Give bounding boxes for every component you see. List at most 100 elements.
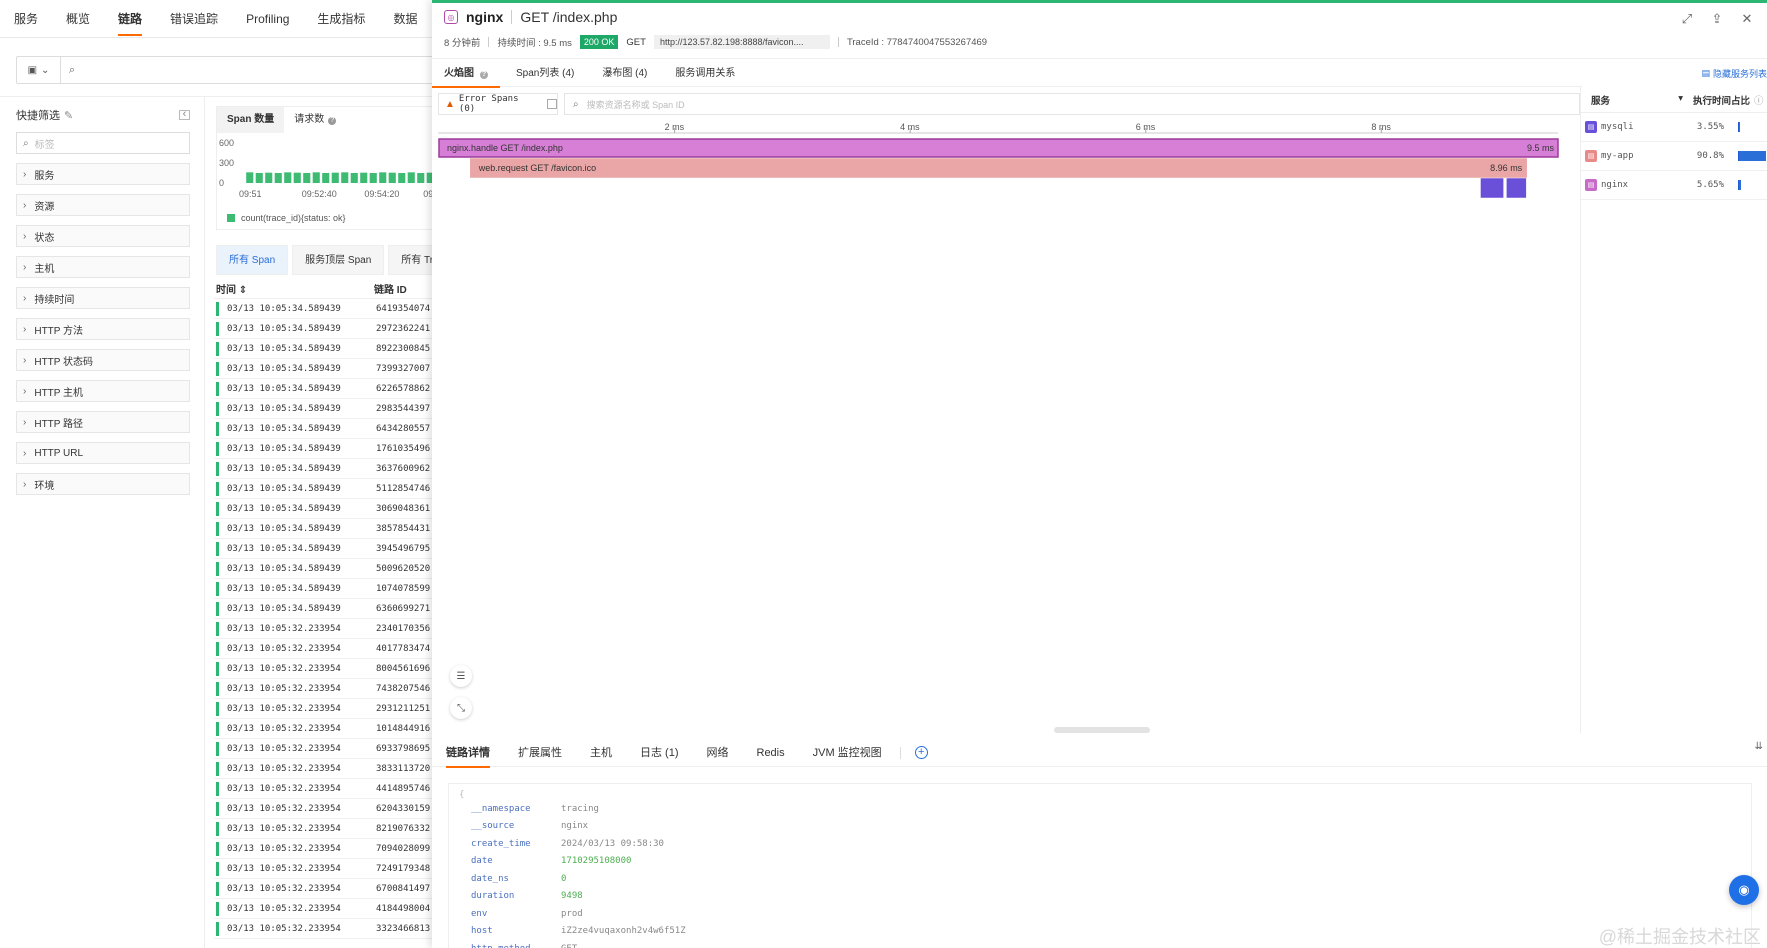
table-row[interactable]: 03/13 10:05:32.233954 6933798695 — [214, 739, 440, 759]
chart-bar[interactable] — [293, 172, 301, 183]
table-row[interactable]: 03/13 10:05:34.589439 2983544397 — [214, 399, 440, 419]
nav-traces[interactable]: 链路 — [104, 0, 156, 38]
facet-item[interactable]: › HTTP 路径 — [16, 411, 190, 433]
chart-bar[interactable] — [398, 173, 406, 183]
chart-bar[interactable] — [360, 172, 368, 183]
table-row[interactable]: 03/13 10:05:32.233954 4414895746 — [214, 779, 440, 799]
chart-bar[interactable] — [274, 173, 282, 183]
nav-data[interactable]: 数据 — [379, 0, 431, 38]
chart-bar[interactable] — [246, 172, 254, 183]
chart-bar[interactable] — [312, 172, 320, 183]
table-row[interactable]: 03/13 10:05:34.589439 6419354074 — [214, 299, 440, 319]
chart-bar[interactable] — [303, 173, 311, 183]
table-row[interactable]: 03/13 10:05:34.589439 8922300845 — [214, 339, 440, 359]
chart-bar[interactable] — [341, 172, 349, 183]
service-row[interactable]: ▤ mysqli 3.55% — [1581, 113, 1767, 142]
table-row[interactable]: 03/13 10:05:34.589439 5009620520 — [214, 559, 440, 579]
tab-waterfall[interactable]: 瀑布图 (4) — [590, 61, 659, 87]
tab-trace-details[interactable]: 链路详情 — [432, 739, 504, 768]
chart-bar[interactable] — [284, 172, 292, 183]
service-row[interactable]: ▤ my-app 90.8% — [1581, 142, 1767, 171]
table-row[interactable]: 03/13 10:05:32.233954 6204330159 — [214, 799, 440, 819]
flame-span[interactable]: web.request GET /favicon.ico 8.96 ms — [470, 158, 1527, 178]
tab-extended-attributes[interactable]: 扩展属性 — [504, 739, 576, 767]
table-row[interactable]: 03/13 10:05:32.233954 2931211251 — [214, 699, 440, 719]
facet-item[interactable]: › 状态 — [16, 225, 190, 247]
table-row[interactable]: 03/13 10:05:32.233954 6700841497 — [214, 879, 440, 899]
flame-span[interactable] — [1480, 178, 1504, 198]
service-row[interactable]: ▤ nginx 5.65% — [1581, 171, 1767, 200]
assistant-fab[interactable]: ◉ — [1729, 875, 1759, 905]
chart-bar[interactable] — [407, 172, 415, 183]
table-row[interactable]: 03/13 10:05:34.589439 7399327007 — [214, 359, 440, 379]
tab-request-count[interactable]: 请求数? — [284, 107, 346, 133]
query-mode-select[interactable]: ▣ ⌄ — [17, 57, 61, 83]
table-row[interactable]: 03/13 10:05:32.233954 2340170356 — [214, 619, 440, 639]
edit-icon[interactable]: ✎ — [64, 110, 73, 122]
table-row[interactable]: 03/13 10:05:34.589439 3069048361 — [214, 499, 440, 519]
chart-bar[interactable] — [350, 173, 358, 183]
hide-service-list-button[interactable]: ▤ 隐藏服务列表 — [1701, 67, 1767, 80]
facet-item[interactable]: › 持续时间 — [16, 287, 190, 309]
facet-item[interactable]: › HTTP 主机 — [16, 380, 190, 402]
col-time[interactable]: 时间 ⇕ — [214, 281, 374, 296]
query-bar[interactable]: ▣ ⌄ ⌕ — [16, 56, 446, 84]
tab-span-list[interactable]: Span列表 (4) — [504, 61, 586, 87]
table-row[interactable]: 03/13 10:05:32.233954 8004561696 — [214, 659, 440, 679]
tag-search-input[interactable]: ⌕ 标签 — [16, 132, 190, 154]
table-row[interactable]: 03/13 10:05:32.233954 1014844916 — [214, 719, 440, 739]
tab-host[interactable]: 主机 — [576, 739, 626, 767]
caret-down-icon[interactable]: ▾ — [1678, 93, 1683, 107]
chart-bar[interactable] — [331, 172, 339, 183]
list-view-icon[interactable]: ☰ — [450, 665, 472, 687]
table-row[interactable]: 03/13 10:05:34.589439 3857854431 — [214, 519, 440, 539]
close-icon[interactable]: ✕ — [1739, 11, 1755, 27]
chart-bar[interactable] — [322, 173, 330, 183]
chart-bar[interactable] — [265, 172, 273, 183]
facet-item[interactable]: › 资源 — [16, 194, 190, 216]
flame-span-bar[interactable] — [438, 138, 1559, 158]
table-row[interactable]: 03/13 10:05:34.589439 2972362241 — [214, 319, 440, 339]
chart-bar[interactable] — [369, 173, 377, 183]
resize-handle[interactable] — [1054, 727, 1150, 733]
table-row[interactable]: 03/13 10:05:34.589439 6434280557 — [214, 419, 440, 439]
error-spans-toggle[interactable]: ▲ Error Spans (0) — [438, 93, 558, 115]
flame-span-bar[interactable] — [470, 158, 1527, 178]
chart-bar[interactable] — [255, 173, 263, 183]
table-row[interactable]: 03/13 10:05:34.589439 3945496795 — [214, 539, 440, 559]
share-icon[interactable]: ⇪ — [1709, 11, 1725, 27]
facet-item[interactable]: › HTTP 方法 — [16, 318, 190, 340]
tab-span-count[interactable]: Span 数量 — [217, 107, 285, 133]
chart-bar[interactable] — [388, 172, 396, 183]
nav-overview[interactable]: 概览 — [52, 0, 104, 38]
span-search-input[interactable]: ⌕ 搜索资源名称或 Span ID — [564, 93, 1580, 115]
table-row[interactable]: 03/13 10:05:34.589439 5112854746 — [214, 479, 440, 499]
table-row[interactable]: 03/13 10:05:32.233954 7249179348 — [214, 859, 440, 879]
tab-logs[interactable]: 日志 (1) — [626, 739, 693, 767]
collapse-arrows-icon[interactable]: ⤡ — [450, 697, 472, 719]
table-row[interactable]: 03/13 10:05:34.589439 3637600962 — [214, 459, 440, 479]
nav-services[interactable]: 服务 — [0, 0, 52, 38]
nav-error-tracking[interactable]: 错误追踪 — [156, 0, 232, 38]
tab-service-map[interactable]: 服务调用关系 — [663, 61, 747, 87]
nav-generate-metrics[interactable]: 生成指标 — [303, 0, 379, 38]
collapse-panel-icon[interactable]: ⇊ — [1755, 741, 1763, 752]
flame-span-bar[interactable] — [1480, 178, 1504, 198]
tab-network[interactable]: 网络 — [693, 739, 743, 767]
table-row[interactable]: 03/13 10:05:34.589439 1074078599 — [214, 579, 440, 599]
table-row[interactable]: 03/13 10:05:34.589439 1761035496 — [214, 439, 440, 459]
chart-bar[interactable] — [417, 173, 425, 183]
nav-profiling[interactable]: Profiling — [232, 0, 303, 38]
flame-span[interactable] — [1506, 178, 1527, 198]
table-row[interactable]: 03/13 10:05:32.233954 4017783474 — [214, 639, 440, 659]
table-row[interactable]: 03/13 10:05:32.233954 7438207546 — [214, 679, 440, 699]
flame-span-bar[interactable] — [1506, 178, 1527, 198]
table-row[interactable]: 03/13 10:05:32.233954 3833113720 — [214, 759, 440, 779]
tab-jvm-monitor[interactable]: JVM 监控视图 — [799, 739, 896, 767]
fullscreen-icon[interactable]: ⤢ — [1679, 11, 1695, 27]
table-row[interactable]: 03/13 10:05:32.233954 3323466813 — [214, 919, 440, 939]
table-row[interactable]: 03/13 10:05:34.589439 6226578862 — [214, 379, 440, 399]
table-row[interactable]: 03/13 10:05:34.589439 6360699271 — [214, 599, 440, 619]
facet-item[interactable]: › 主机 — [16, 256, 190, 278]
chart-bar[interactable] — [379, 172, 387, 183]
